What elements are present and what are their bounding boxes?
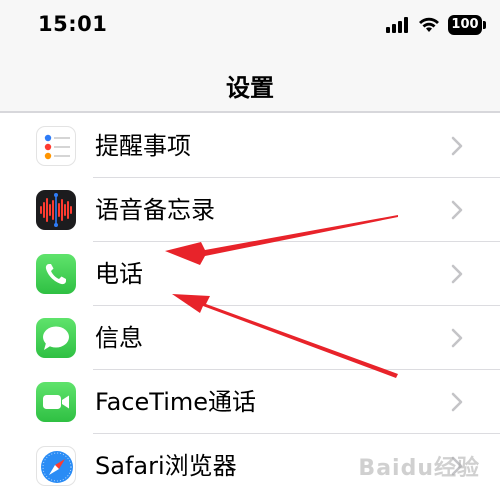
watermark: Baidu经验 [358,456,480,481]
chevron-right-icon [451,392,463,412]
settings-row-label: 信息 [95,324,143,352]
facetime-icon [36,382,76,422]
chevron-right-icon [451,328,463,348]
settings-row-facetime[interactable]: FaceTime通话 [0,370,500,434]
wifi-icon [419,17,439,32]
cellular-signal-icon [386,17,408,33]
settings-row-label: 电话 [95,260,143,288]
messages-icon [36,318,76,358]
status-icons: 100 [386,14,486,36]
status-bar: 15:01 100 [0,0,500,52]
page-title: 设置 [226,74,274,102]
settings-list: 提醒事项 语音备忘录 电话 信息 FaceTime通话 Safari浏览器 [0,112,500,496]
chevron-right-icon [451,136,463,156]
settings-row-phone[interactable]: 电话 [0,242,500,306]
settings-row-label: 提醒事项 [95,132,191,160]
settings-row-label: FaceTime通话 [95,388,257,416]
battery-indicator: 100 [448,15,486,35]
chevron-right-icon [451,264,463,284]
settings-row-label: Safari浏览器 [95,452,237,480]
status-time: 15:01 [38,12,108,36]
reminders-icon [36,126,76,166]
voice-memos-icon [36,190,76,230]
chevron-right-icon [451,200,463,220]
phone-icon [36,254,76,294]
settings-row-reminders[interactable]: 提醒事项 [0,114,500,178]
settings-row-label: 语音备忘录 [95,196,215,224]
settings-row-voice-memos[interactable]: 语音备忘录 [0,178,500,242]
safari-icon [36,446,76,486]
navigation-bar: 设置 [0,52,500,112]
settings-row-messages[interactable]: 信息 [0,306,500,370]
